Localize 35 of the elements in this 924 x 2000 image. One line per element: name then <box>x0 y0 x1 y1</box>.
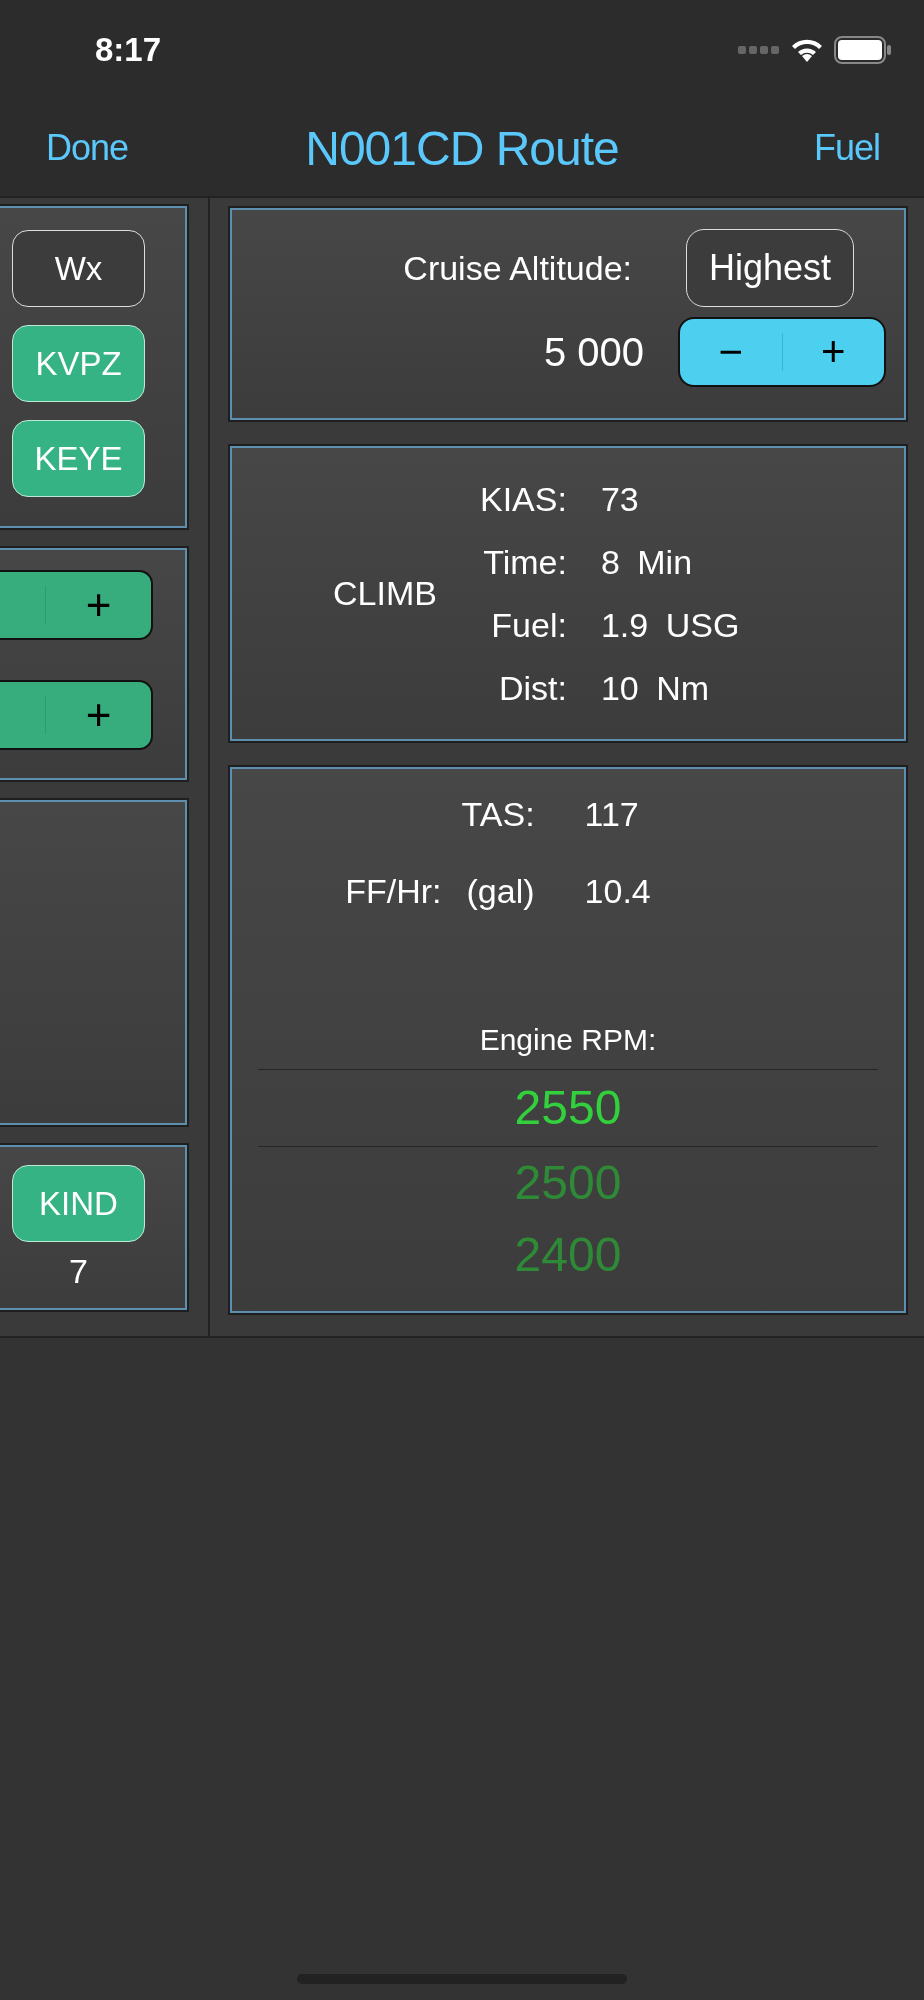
climb-label: Time: <box>482 542 567 582</box>
climb-value: 8 Min <box>600 542 694 582</box>
climb-value: 73 <box>600 479 640 519</box>
fuel-button[interactable]: Fuel <box>813 127 880 169</box>
highest-button[interactable]: Highest <box>686 229 854 307</box>
done-button[interactable]: Done <box>46 127 129 169</box>
altitude-value: 5 000 <box>542 329 644 375</box>
climb-value: 10 Nm <box>600 668 711 708</box>
climb-title: CLIMB <box>332 574 438 613</box>
altitude-label: Cruise Altitude: <box>402 248 632 288</box>
minus-button[interactable]: − <box>680 319 782 385</box>
plus-button[interactable]: + <box>46 682 151 748</box>
cruise-label: TAS: <box>461 795 535 834</box>
status-time: 8:17 <box>95 31 162 69</box>
rpm-option[interactable]: 2550 <box>258 1069 878 1147</box>
altitude-stepper[interactable]: − + <box>678 317 886 387</box>
cruise-value: 117 <box>583 795 640 834</box>
cruise-label: FF/Hr: <box>345 872 442 911</box>
climb-label: KIAS: <box>480 479 567 519</box>
stepper-control[interactable]: + <box>0 570 153 640</box>
climb-label: Dist: <box>497 668 567 708</box>
screen-title: N001CD Route <box>305 121 619 175</box>
rpm-label: Engine RPM: <box>479 1023 657 1057</box>
weather-button[interactable]: Wx <box>12 230 145 307</box>
wifi-icon <box>790 37 824 63</box>
destination-value: 7 <box>68 1252 89 1291</box>
unit-label: (gal) <box>465 872 535 911</box>
cruise-value: 10.4 <box>583 872 651 911</box>
climb-value: 1.9 USG <box>600 605 740 645</box>
stepper-control[interactable]: + <box>0 680 153 750</box>
signal-icon <box>738 45 780 55</box>
plus-button[interactable]: + <box>782 319 884 385</box>
plus-button[interactable]: + <box>46 572 151 638</box>
battery-icon <box>834 36 892 64</box>
climb-label: Fuel: <box>490 605 567 645</box>
